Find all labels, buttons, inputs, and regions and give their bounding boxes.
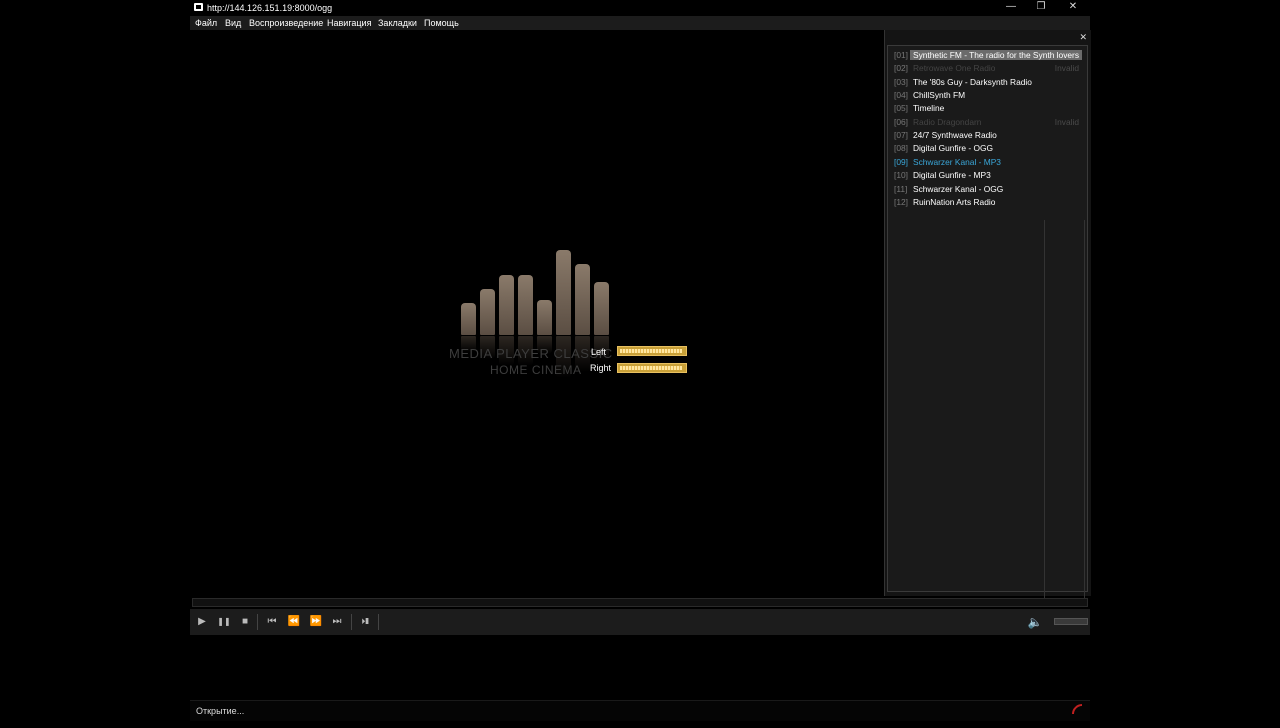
menu-favorites[interactable]: Закладки [378,18,417,28]
playlist-item-title: ChillSynth FM [913,90,966,101]
playlist-item[interactable]: [07] 24/7 Synthwave Radio [893,129,1083,142]
rewind-icon[interactable]: ⏪ [286,614,302,630]
playlist-item-title: Digital Gunfire - MP3 [913,170,991,181]
playlist-scrollbar[interactable] [1084,220,1085,600]
menu-view[interactable]: Вид [225,18,241,28]
stop-icon[interactable]: ■ [237,614,253,630]
playlist-item[interactable]: [08] Digital Gunfire - OGG [893,142,1083,155]
next-icon[interactable]: ⏭ [329,614,345,630]
logo-graphic [461,249,611,335]
playlist-item-status: Invalid [1054,116,1079,127]
playlist-item-number: [12] [894,196,908,207]
playlist-item[interactable]: [09] Schwarzer Kanal - MP3 [893,156,1083,169]
volume-icon[interactable]: 🔈 [1026,614,1044,630]
playlist-item-number: [07] [894,130,908,141]
playlist-item-number: [01] [894,50,908,60]
playlist-item[interactable]: [01] Synthetic FM - The radio for the Syn… [893,49,1083,62]
status-bar: Открытие... [190,700,1090,721]
forward-icon[interactable]: ⏩ [308,614,324,630]
menu-help[interactable]: Помощь [424,18,459,28]
playlist-item[interactable]: [06] Radio Dragondarn Invalid [893,116,1083,129]
playlist-item-title: Radio Dragondarn [913,116,982,127]
playlist-item-title: Retrowave One Radio [913,63,996,74]
playlist-item[interactable]: [02] Retrowave One Radio Invalid [893,62,1083,75]
playlist-item-title: Synthetic FM - The radio for the Synth l… [910,50,1083,60]
playlist-close-icon[interactable]: ✕ [1079,32,1087,43]
vu-left-meter [617,346,687,356]
playlist-item-title: Timeline [913,103,945,114]
logo-title: MEDIA PLAYER CLASSIC [449,346,613,361]
playlist-item-title: Schwarzer Kanal - MP3 [913,156,1001,167]
playlist-item[interactable]: [10] Digital Gunfire - MP3 [893,169,1083,182]
playlist-item[interactable]: [11] Schwarzer Kanal - OGG [893,183,1083,196]
seek-bar[interactable] [192,598,1088,607]
playlist-item[interactable]: [12] RuinNation Arts Radio [893,196,1083,209]
playlist-item-number: [10] [894,170,908,181]
vu-left-fill [620,349,683,353]
playlist-panel: ✕ [01] Synthetic FM - The radio for the S… [884,30,1091,600]
playlist-item-status: Invalid [1054,63,1079,74]
menu-play[interactable]: Воспроизведение [249,18,323,28]
playlist-item[interactable]: [05] Timeline [893,102,1083,115]
vu-right-meter [617,363,687,373]
menu-navigate[interactable]: Навигация [327,18,371,28]
minimize-button[interactable]: — [996,0,1026,16]
playlist-item[interactable]: [03] The '80s Guy - Darksynth Radio [893,76,1083,89]
menu-file[interactable]: Файл [195,18,217,28]
window-title: http://144.126.151.19:8000/ogg [207,3,333,13]
playlist-item-title: The '80s Guy - Darksynth Radio [913,76,1032,87]
vu-right-label: Right [590,363,612,373]
vu-right-fill [620,366,683,370]
player-window: http://144.126.151.19:8000/ogg — ❐ ✕ Фай… [190,0,1097,728]
close-button[interactable]: ✕ [1058,0,1088,16]
previous-icon[interactable]: ⏮ [264,614,280,630]
playlist-item-number: [09] [894,156,908,167]
playlist-list[interactable]: [01] Synthetic FM - The radio for the Syn… [887,45,1088,600]
control-bar: ▶ ❚❚ ■ ⏮ ⏪ ⏩ ⏭ ⏵❚ 🔈 [190,609,1090,635]
menu-bar: Файл Вид Воспроизведение Навигация Закла… [190,16,1090,30]
playlist-item-number: [03] [894,76,908,87]
video-area[interactable]: MEDIA PLAYER CLASSIC HOME CINEMA Left Ri… [190,30,882,595]
pause-icon[interactable]: ❚❚ [216,614,232,630]
logo-subtitle: HOME CINEMA [490,363,582,377]
playlist-item-number: [05] [894,103,908,114]
playlist-item-number: [11] [894,183,908,194]
playlist-item-number: [02] [894,63,908,74]
playlist-item-title: Schwarzer Kanal - OGG [913,183,1004,194]
playlist-item-title: 24/7 Synthwave Radio [913,130,997,141]
restore-button[interactable]: ❐ [1026,0,1056,16]
playlist-item-number: [04] [894,90,908,101]
app-icon [194,3,203,11]
playlist-item[interactable]: [04] ChillSynth FM [893,89,1083,102]
volume-slider[interactable] [1054,618,1088,625]
playlist-item-title: RuinNation Arts Radio [913,196,996,207]
status-text: Открытие... [196,706,245,716]
title-bar: http://144.126.151.19:8000/ogg — ❐ ✕ [190,0,1090,16]
play-icon[interactable]: ▶ [194,614,210,630]
playlist-item-number: [06] [894,116,908,127]
playlist-item-title: Digital Gunfire - OGG [913,143,994,154]
vu-left-label: Left [591,347,607,357]
frame-step-icon[interactable]: ⏵❚ [357,614,373,630]
playlist-item-number: [08] [894,143,908,154]
